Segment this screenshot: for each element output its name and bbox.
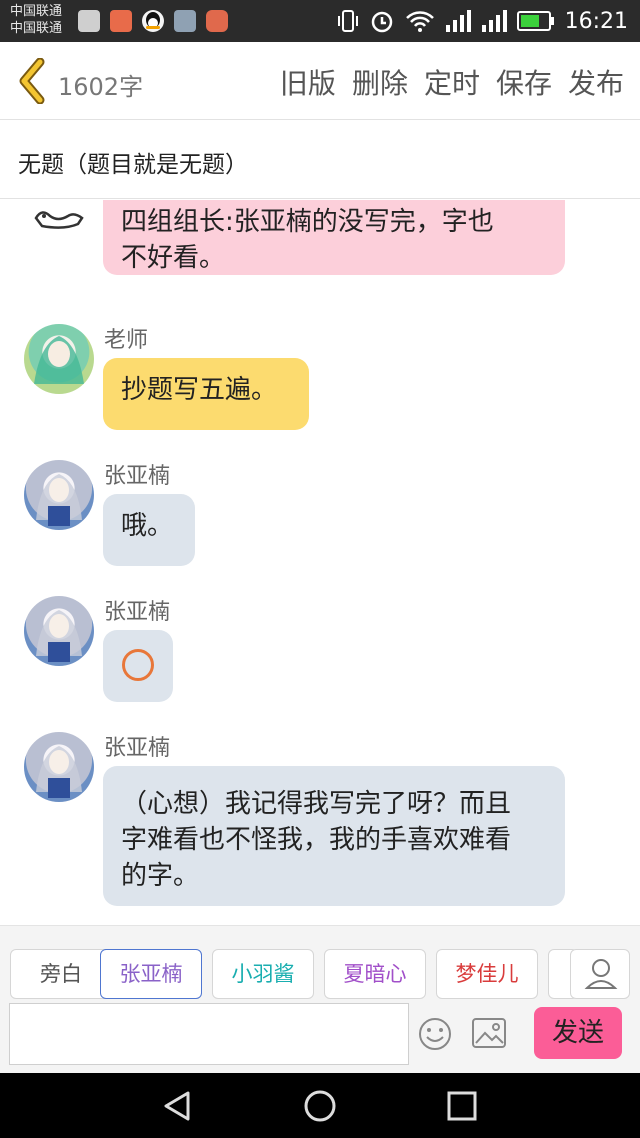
carrier-labels: 中国联通 中国联通 <box>10 3 62 37</box>
message-text-line: 四组组长:张亚楠的没写完，字也 <box>121 207 494 237</box>
message-text-line: 的字。 <box>121 861 200 891</box>
vibrate-icon <box>337 10 358 32</box>
editor-toolbar: 1602字 旧版 删除 定时 保存 发布 <box>0 42 640 120</box>
nav-back-icon[interactable] <box>160 1089 194 1123</box>
status-indicators: 16:21 <box>337 6 628 36</box>
sender-name: 张亚楠 <box>104 600 171 625</box>
back-arrow-icon[interactable] <box>14 58 50 104</box>
clock: 16:21 <box>564 8 628 34</box>
zhang-avatar <box>24 460 94 530</box>
message-text-line: （心想）我记得我写完了呀？而且 <box>121 789 512 819</box>
add-character-button[interactable] <box>570 949 630 999</box>
circle-icon <box>122 649 154 681</box>
sender-name: 张亚楠 <box>104 736 171 761</box>
word-count: 1602字 <box>58 73 144 101</box>
signal-1-icon <box>445 10 471 32</box>
message-bubble[interactable]: 哦。 <box>103 494 195 566</box>
notify-qq-icon <box>142 10 164 32</box>
carrier-2: 中国联通 <box>10 21 63 36</box>
notify-app-a-icon <box>78 10 100 32</box>
nav-home-icon[interactable] <box>303 1089 337 1123</box>
character-chip-mengjia[interactable]: 梦佳儿 <box>436 949 538 999</box>
message-bubble[interactable]: 抄题写五遍。 <box>103 358 309 430</box>
send-button[interactable]: 发送 <box>534 1007 622 1059</box>
doodle-avatar <box>24 200 94 250</box>
save-button[interactable]: 保存 <box>496 62 552 102</box>
character-chip-narrator[interactable]: 旁白 <box>10 949 112 999</box>
message-text-line: 不好看。 <box>121 243 226 273</box>
sender-name: 张亚楠 <box>104 464 171 489</box>
message-text-line: 字难看也不怪我，我的手喜欢难看 <box>121 825 512 855</box>
carrier-1: 中国联通 <box>10 4 63 19</box>
sender-name: 老师 <box>104 328 149 353</box>
signal-2-icon <box>481 10 507 32</box>
system-nav-bar <box>0 1073 640 1138</box>
emoji-icon[interactable] <box>418 1017 452 1051</box>
user-icon <box>584 959 618 989</box>
schedule-button[interactable]: 定时 <box>424 62 480 102</box>
delete-button[interactable]: 删除 <box>352 62 408 102</box>
message-bubble[interactable]: 四组组长:张亚楠的没写完，字也 不好看。 <box>103 200 565 275</box>
message-text: 抄题写五遍。 <box>121 375 278 405</box>
notify-gallery-icon <box>174 10 196 32</box>
teacher-avatar <box>24 324 94 394</box>
character-chip-xiaoyu[interactable]: 小羽酱 <box>212 949 314 999</box>
message-bubble[interactable] <box>103 630 173 702</box>
chat-area[interactable]: 四组组长:张亚楠的没写完，字也 不好看。 老师 抄题写五遍。 张亚楠 哦。 张亚… <box>0 200 640 925</box>
character-chip-xiaanxin[interactable]: 夏暗心 <box>324 949 426 999</box>
publish-button[interactable]: 发布 <box>568 62 624 102</box>
character-chip-zhang[interactable]: 张亚楠 <box>100 949 202 999</box>
toolbar-actions: 旧版 删除 定时 保存 发布 <box>280 62 624 102</box>
status-bar: 中国联通 中国联通 16:21 <box>0 0 640 42</box>
title-row[interactable]: 无题（题目就是无题） <box>0 121 640 199</box>
notify-mail-icon <box>110 10 132 32</box>
composer-panel: 旁白 张亚楠 小羽酱 夏暗心 梦佳儿 发送 <box>0 925 640 1073</box>
old-version-button[interactable]: 旧版 <box>280 62 336 102</box>
image-icon[interactable] <box>472 1018 506 1048</box>
story-title: 无题（题目就是无题） <box>18 152 248 178</box>
battery-icon <box>516 11 554 31</box>
message-bubble[interactable]: （心想）我记得我写完了呀？而且 字难看也不怪我，我的手喜欢难看 的字。 <box>103 766 565 906</box>
zhang-avatar <box>24 596 94 666</box>
notify-app-icon <box>206 10 228 32</box>
message-text: 哦。 <box>121 511 174 541</box>
wifi-icon <box>405 11 434 32</box>
message-input[interactable] <box>9 1003 409 1065</box>
zhang-avatar <box>24 732 94 802</box>
alarm-icon <box>371 11 392 33</box>
nav-recents-icon[interactable] <box>445 1089 479 1123</box>
